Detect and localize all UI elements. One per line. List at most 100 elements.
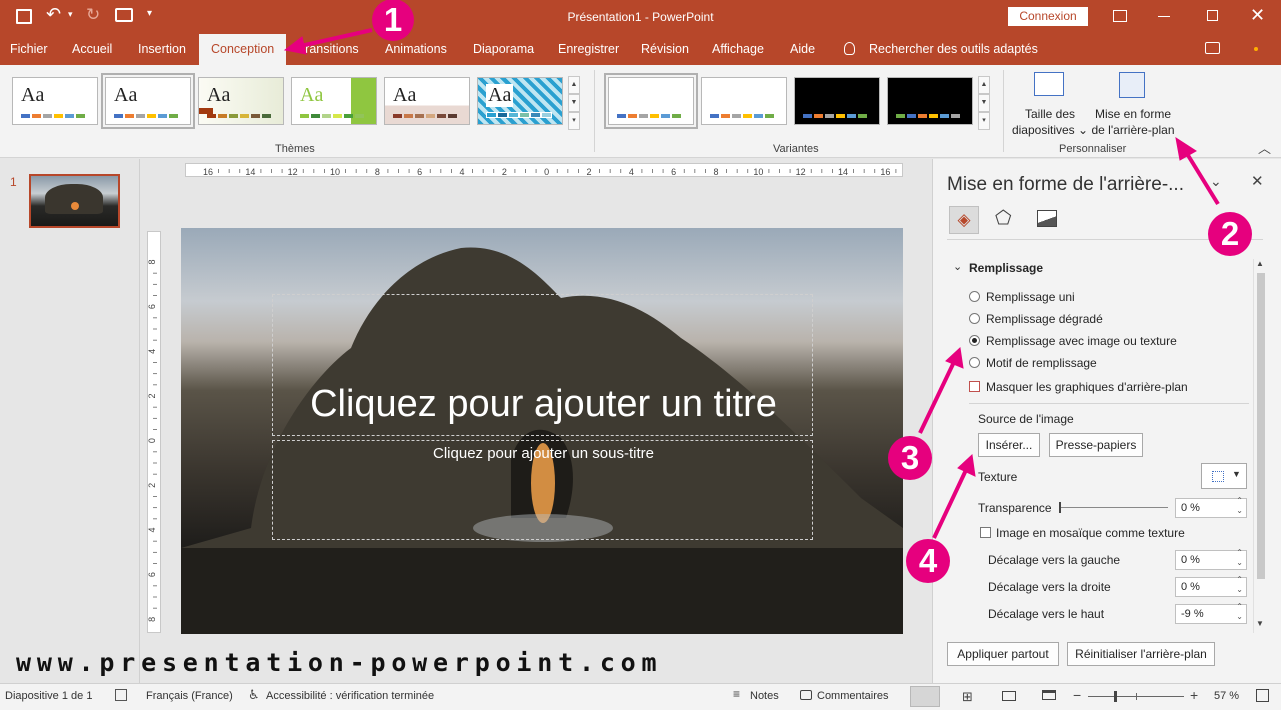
format-background-button[interactable]: Mise en forme de l'arrière-plan: [1087, 70, 1179, 140]
zoom-slider[interactable]: [1088, 691, 1184, 702]
variant-colors: [803, 114, 867, 118]
maximize-icon[interactable]: [1207, 10, 1218, 21]
clipboard-button[interactable]: Presse-papiers: [1049, 433, 1143, 457]
slideshow-view-icon[interactable]: [1042, 690, 1056, 700]
normal-view-icon[interactable]: [910, 686, 940, 707]
subtitle-placeholder[interactable]: Cliquez pour ajouter un sous-titre: [272, 440, 813, 540]
zoom-out-icon[interactable]: −: [1073, 687, 1081, 703]
connexion-button[interactable]: Connexion: [1008, 7, 1088, 26]
comments-status-icon[interactable]: [800, 690, 812, 700]
transparency-slider[interactable]: [1059, 502, 1168, 513]
gradient-fill-radio[interactable]: [969, 313, 980, 324]
ruler-tick-label: 8: [713, 167, 718, 177]
slider-thumb[interactable]: [1059, 502, 1061, 513]
variants-more[interactable]: ▾: [978, 112, 990, 130]
tab-accueil[interactable]: Accueil: [72, 34, 112, 65]
fill-section-header[interactable]: Remplissage: [969, 261, 1043, 275]
zoom-slider-thumb[interactable]: [1114, 691, 1117, 702]
tile-checkbox[interactable]: [980, 527, 991, 538]
picture-fill-radio[interactable]: [969, 335, 980, 346]
reset-background-button[interactable]: Réinitialiser l'arrière-plan: [1067, 642, 1215, 666]
tab-transitions[interactable]: Transitions: [298, 34, 359, 65]
collapse-ribbon-icon[interactable]: ︿: [1258, 138, 1271, 157]
insert-picture-button[interactable]: Insérer...: [978, 433, 1040, 457]
title-placeholder[interactable]: Cliquez pour ajouter un titre: [272, 294, 813, 436]
variants-scroll-up[interactable]: ▲: [978, 76, 990, 94]
close-icon[interactable]: ✕: [1250, 5, 1265, 26]
slide-thumbnail-1[interactable]: [29, 174, 120, 228]
fit-to-window-icon[interactable]: [1256, 689, 1269, 702]
title-bar: ↶ ▾ ↻ ▾ Présentation1 - PowerPoint Conne…: [0, 0, 1281, 34]
spellcheck-icon[interactable]: [115, 689, 127, 701]
notes-icon[interactable]: ≡: [733, 687, 740, 701]
theme-ion[interactable]: Aa: [384, 77, 470, 125]
solid-fill-label[interactable]: Remplissage uni: [986, 290, 1075, 304]
picture-fill-label[interactable]: Remplissage avec image ou texture: [986, 334, 1177, 348]
pane-options-chevron-icon[interactable]: ⌄: [1210, 173, 1222, 190]
fill-line-icon[interactable]: ◈: [949, 206, 979, 234]
effects-icon[interactable]: ⬠: [995, 207, 1012, 230]
tab-aide[interactable]: Aide: [790, 34, 815, 65]
variant-3[interactable]: [794, 77, 880, 125]
ribbon-display-options-icon[interactable]: [1113, 10, 1127, 22]
hide-bg-graphics-label[interactable]: Masquer les graphiques d'arrière-plan: [986, 380, 1188, 394]
tab-conception[interactable]: Conception: [199, 34, 287, 65]
minimize-icon[interactable]: [1158, 16, 1170, 17]
slide[interactable]: Cliquez pour ajouter un titre Cliquez po…: [181, 228, 903, 634]
theme-pattern[interactable]: Aa: [477, 77, 563, 125]
pane-close-icon[interactable]: ✕: [1251, 172, 1264, 190]
variant-4[interactable]: [887, 77, 973, 125]
accessibility-icon[interactable]: ♿: [248, 687, 260, 703]
language-label[interactable]: Français (France): [146, 690, 233, 702]
search-tools[interactable]: Rechercher des outils adaptés: [869, 34, 1038, 65]
offset-top-input[interactable]: -9 %: [1175, 602, 1247, 624]
variant-1[interactable]: [604, 73, 698, 129]
comments-button[interactable]: Commentaires: [817, 690, 889, 702]
themes-scroll-up[interactable]: ▲: [568, 76, 580, 94]
scroll-thumb[interactable]: [1257, 273, 1265, 579]
transparency-input[interactable]: 0 %: [1175, 496, 1247, 518]
tab-insertion[interactable]: Insertion: [138, 34, 186, 65]
window-title: Présentation1 - PowerPoint: [567, 10, 714, 24]
tab-revision[interactable]: Révision: [641, 34, 689, 65]
texture-dropdown[interactable]: ▼: [1201, 463, 1247, 489]
accessibility-status[interactable]: Accessibilité : vérification terminée: [266, 690, 434, 702]
tab-affichage[interactable]: Affichage: [712, 34, 764, 65]
theme-office[interactable]: Aa: [12, 77, 98, 125]
comments-icon[interactable]: [1205, 42, 1220, 54]
tab-enregistrer[interactable]: Enregistrer: [558, 34, 619, 65]
picture-icon[interactable]: [1037, 210, 1057, 227]
theme-green[interactable]: Aa: [291, 77, 377, 125]
reading-view-icon[interactable]: [1002, 691, 1016, 701]
gradient-fill-label[interactable]: Remplissage dégradé: [986, 312, 1103, 326]
apply-all-button[interactable]: Appliquer partout: [947, 642, 1059, 666]
hide-bg-graphics-checkbox[interactable]: [969, 381, 980, 392]
solid-fill-radio[interactable]: [969, 291, 980, 302]
scroll-up-icon[interactable]: ▲: [1256, 259, 1264, 268]
tile-label[interactable]: Image en mosaïque comme texture: [996, 526, 1185, 540]
theme-office-selected[interactable]: Aa: [101, 73, 195, 129]
zoom-level[interactable]: 57 %: [1214, 690, 1239, 702]
offset-top-label: Décalage vers le haut: [988, 607, 1105, 621]
offset-right-input[interactable]: 0 %: [1175, 575, 1247, 597]
pattern-fill-label[interactable]: Motif de remplissage: [986, 356, 1097, 370]
variant-2[interactable]: [701, 77, 787, 125]
pattern-fill-radio[interactable]: [969, 357, 980, 368]
section-collapse-icon[interactable]: ⌄: [953, 260, 962, 273]
slide-size-button[interactable]: Taille des diapositives ⌄: [1010, 70, 1090, 140]
notes-button[interactable]: Notes: [750, 690, 779, 702]
lightbulb-icon[interactable]: [844, 42, 855, 55]
slide-sorter-icon[interactable]: ⊞: [962, 689, 973, 705]
themes-more[interactable]: ▾: [568, 112, 580, 130]
offset-left-input[interactable]: 0 %: [1175, 548, 1247, 570]
themes-scroll-down[interactable]: ▼: [568, 94, 580, 112]
thumbnail-light: [71, 202, 79, 210]
tab-fichier[interactable]: Fichier: [10, 34, 48, 65]
zoom-in-icon[interactable]: +: [1190, 687, 1198, 703]
pane-scrollbar[interactable]: ▲ ▼: [1253, 259, 1267, 633]
scroll-down-icon[interactable]: ▼: [1256, 619, 1264, 628]
variants-scroll-down[interactable]: ▼: [978, 94, 990, 112]
pane-divider: [969, 403, 1249, 404]
tab-diaporama[interactable]: Diaporama: [473, 34, 534, 65]
theme-facette[interactable]: Aa: [198, 77, 284, 125]
